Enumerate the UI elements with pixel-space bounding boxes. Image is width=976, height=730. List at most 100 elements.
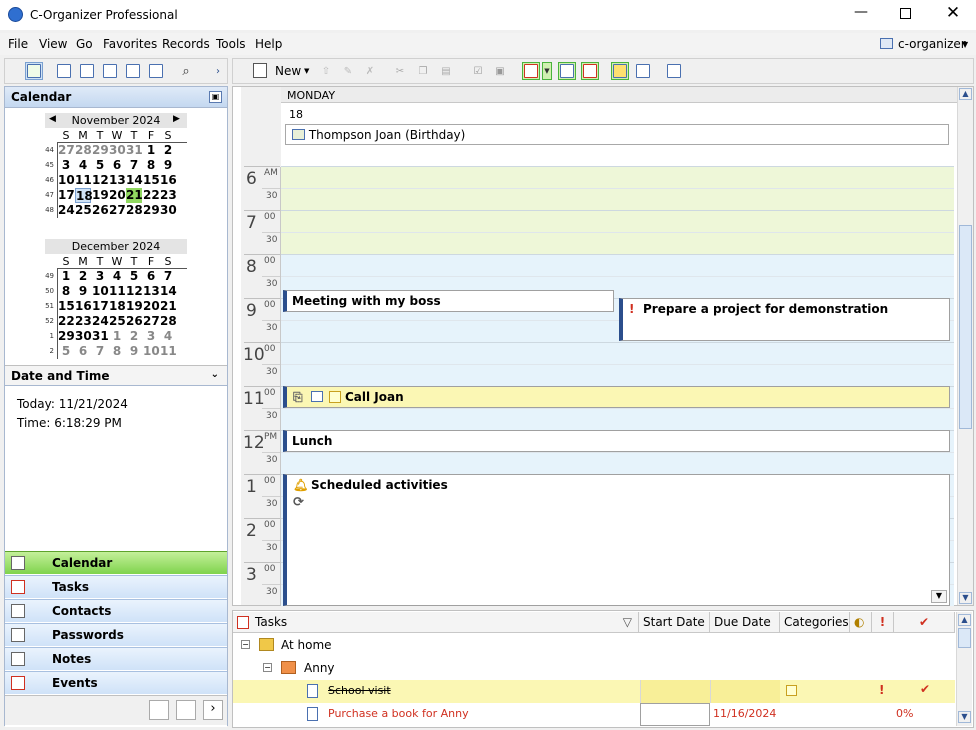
calendar-day[interactable]: 15 xyxy=(143,173,160,188)
filter-funnel-icon[interactable]: ▽ xyxy=(623,615,632,629)
tasks-scrollbar[interactable]: ▲ ▼ xyxy=(956,612,972,726)
reminder-icon[interactable] xyxy=(611,62,629,80)
col-categories[interactable]: Categories xyxy=(780,612,850,633)
task-start[interactable] xyxy=(640,703,710,726)
tree-collapse-icon[interactable]: − xyxy=(263,663,272,672)
new-button[interactable]: New xyxy=(275,64,301,78)
delete-icon[interactable]: ✗ xyxy=(361,62,379,80)
cut-icon[interactable]: ✂ xyxy=(391,62,409,80)
col-tasks[interactable]: Tasks ▽ xyxy=(233,612,639,633)
col-priority[interactable]: ! xyxy=(872,612,894,633)
copy-icon[interactable]: ❐ xyxy=(414,62,432,80)
calendar-day[interactable]: 16 xyxy=(160,173,177,188)
calendar-day[interactable]: 24 xyxy=(58,203,75,218)
task-row[interactable]: Purchase a book for Anny 11/16/2024 0% xyxy=(233,703,955,726)
chevron-right-icon[interactable]: › xyxy=(209,62,227,80)
scroll-up-icon[interactable]: ▲ xyxy=(959,88,972,100)
calendar-day[interactable]: 8 xyxy=(143,158,159,173)
expand-nav-icon[interactable]: › xyxy=(203,700,223,720)
calendar-day[interactable]: 17 xyxy=(92,299,109,314)
calendar-day[interactable]: 5 xyxy=(58,344,74,359)
nav-contacts[interactable]: Contacts xyxy=(5,599,227,622)
calendar-day[interactable]: 8 xyxy=(58,284,74,299)
time-slot[interactable] xyxy=(281,254,954,276)
calendar-day[interactable]: 1 xyxy=(109,329,125,344)
calendar-day[interactable]: 29 xyxy=(58,329,75,344)
calendar-day[interactable]: 31 xyxy=(126,143,143,158)
col-due-date[interactable]: Due Date xyxy=(710,612,780,633)
calendar-day[interactable]: 6 xyxy=(109,158,125,173)
tree-collapse-icon[interactable]: − xyxy=(241,640,250,649)
time-slot[interactable] xyxy=(281,232,954,254)
calendar-day[interactable]: 18 xyxy=(75,188,93,203)
time-slot[interactable] xyxy=(281,210,954,232)
month-view-icon[interactable] xyxy=(124,62,142,80)
calendar-day[interactable]: 11 xyxy=(160,344,177,359)
nav-events[interactable]: Events xyxy=(5,671,227,694)
appt-call[interactable]: ⎘ Call Joan xyxy=(283,386,950,408)
calendar-day[interactable]: 2 xyxy=(160,143,176,158)
menu-file[interactable]: File xyxy=(8,37,28,51)
col-complete[interactable]: ✔ xyxy=(894,612,955,633)
menu-view[interactable]: View xyxy=(39,37,67,51)
time-slot[interactable] xyxy=(281,364,954,386)
next-month-icon[interactable]: ▶ xyxy=(173,114,180,124)
expand-appt-icon[interactable]: ▼ xyxy=(931,590,947,603)
calendar-day[interactable]: 7 xyxy=(92,344,108,359)
calendar-day[interactable]: 9 xyxy=(75,284,91,299)
calendar-day[interactable]: 4 xyxy=(109,269,125,284)
appt-meeting[interactable]: Meeting with my boss xyxy=(283,290,614,312)
tasks-panel-icon[interactable] xyxy=(522,62,540,80)
appt-project[interactable]: ! Prepare a project for demonstration xyxy=(619,298,950,341)
menu-go[interactable]: Go xyxy=(76,37,93,51)
nav-passwords[interactable]: Passwords xyxy=(5,623,227,646)
calendar-day[interactable]: 25 xyxy=(109,314,126,329)
calendar-day[interactable]: 20 xyxy=(143,299,160,314)
calendar-day[interactable]: 21 xyxy=(160,299,177,314)
pin-icon[interactable]: ▣ xyxy=(209,91,222,103)
task-start[interactable] xyxy=(640,680,710,703)
chevron-down-icon[interactable]: ▼ xyxy=(962,40,968,49)
scroll-down-icon[interactable]: ▼ xyxy=(958,711,971,723)
calendar-day[interactable]: 27 xyxy=(109,203,126,218)
calendar-day[interactable]: 12 xyxy=(92,173,109,188)
nav-tasks[interactable]: Tasks xyxy=(5,575,227,598)
day-view-icon[interactable] xyxy=(55,62,73,80)
menu-records[interactable]: Records xyxy=(162,37,210,51)
appt-lunch[interactable]: Lunch xyxy=(283,430,950,452)
calendar-day[interactable]: 3 xyxy=(58,158,74,173)
task-group-row[interactable]: − At home xyxy=(233,634,955,657)
time-slot[interactable] xyxy=(281,342,954,364)
calendar-day[interactable]: 22 xyxy=(143,188,160,203)
menu-help[interactable]: Help xyxy=(255,37,282,51)
calendar-day[interactable]: 9 xyxy=(126,344,142,359)
time-slot[interactable] xyxy=(281,188,954,210)
database-selector[interactable]: c-organizer xyxy=(898,37,966,51)
calendar-day[interactable]: 22 xyxy=(58,314,75,329)
time-slot[interactable] xyxy=(281,408,954,430)
menu-favorites[interactable]: Favorites xyxy=(103,37,157,51)
task-subgroup-row[interactable]: − Anny xyxy=(233,657,955,680)
attach-icon[interactable]: ▣ xyxy=(491,62,509,80)
calendar-day[interactable]: 29 xyxy=(143,203,160,218)
scroll-thumb[interactable] xyxy=(958,628,971,648)
calendar-day[interactable]: 31 xyxy=(92,329,109,344)
calendar-day[interactable]: 26 xyxy=(126,314,143,329)
task-due[interactable] xyxy=(710,680,780,703)
scroll-down-icon[interactable]: ▼ xyxy=(959,592,972,604)
tasks-panel-dropdown-icon[interactable]: ▼ xyxy=(542,62,552,80)
calendar-day[interactable]: 17 xyxy=(58,188,75,203)
sidebar-toggle-icon[interactable] xyxy=(25,62,43,80)
appt-scheduled[interactable]: 🔔︎ Scheduled activities ⟳ ▼ xyxy=(283,474,950,606)
calendar-day[interactable]: 28 xyxy=(160,314,177,329)
calendar-day[interactable]: 7 xyxy=(160,269,176,284)
all-day-event[interactable]: Thompson Joan (Birthday) xyxy=(285,124,949,145)
calendar-day[interactable]: 5 xyxy=(92,158,108,173)
complete-check-icon[interactable]: ✔ xyxy=(920,682,930,696)
vertical-scrollbar[interactable]: ▲ ▼ xyxy=(957,87,973,605)
calendar-day[interactable]: 29 xyxy=(92,143,109,158)
scroll-thumb[interactable] xyxy=(959,225,972,429)
contacts-panel-icon[interactable] xyxy=(558,62,576,80)
calendar-day[interactable]: 16 xyxy=(75,299,92,314)
calendar-day[interactable]: 30 xyxy=(109,143,126,158)
